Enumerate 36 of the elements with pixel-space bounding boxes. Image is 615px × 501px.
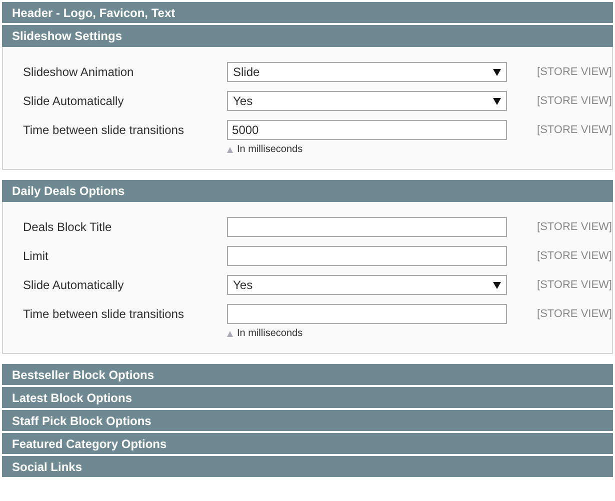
section-header[interactable]: Daily Deals Options: [2, 180, 613, 202]
triangle-icon: [227, 331, 234, 337]
field-label: Deals Block Title: [23, 219, 113, 236]
input-field[interactable]: [227, 217, 508, 237]
input-field[interactable]: [227, 304, 508, 324]
caret-icon: [493, 282, 502, 288]
caret-icon: [493, 98, 502, 104]
dropdown[interactable]: Yes: [227, 275, 508, 295]
scope-label: [STORE VIEW]: [537, 278, 612, 293]
section-header[interactable]: Slideshow Settings: [2, 25, 613, 47]
dropdown[interactable]: Slide: [227, 62, 508, 82]
scope-label: [STORE VIEW]: [537, 307, 612, 322]
field-label: Slide Automatically: [23, 93, 125, 110]
dropdown[interactable]: Yes: [227, 91, 508, 111]
scope-label: [STORE VIEW]: [537, 65, 612, 80]
section-header[interactable]: Social Links: [2, 456, 613, 478]
field-label: Time between slide transitions: [23, 306, 185, 323]
field-label: Time between slide transitions: [23, 122, 185, 139]
input-field[interactable]: 5000: [227, 120, 508, 140]
triangle-icon: [227, 147, 234, 153]
section-header[interactable]: Featured Category Options: [2, 433, 613, 455]
section-header[interactable]: Header - Logo, Favicon, Text: [2, 2, 613, 24]
section-header[interactable]: Bestseller Block Options: [2, 364, 613, 386]
scope-label: [STORE VIEW]: [537, 220, 612, 235]
scope-label: [STORE VIEW]: [537, 94, 612, 109]
caret-icon: [493, 68, 502, 76]
field-label: Slideshow Animation: [23, 64, 135, 81]
section-header[interactable]: Latest Block Options: [2, 387, 613, 409]
field-note: In milliseconds: [237, 144, 303, 156]
section-header[interactable]: Staff Pick Block Options: [2, 410, 613, 432]
input-field[interactable]: [227, 246, 508, 266]
scope-label: [STORE VIEW]: [537, 123, 612, 138]
field-label: Slide Automatically: [23, 277, 125, 294]
field-label: Limit: [23, 248, 50, 265]
scope-label: [STORE VIEW]: [537, 249, 612, 264]
field-note: In milliseconds: [237, 328, 303, 340]
